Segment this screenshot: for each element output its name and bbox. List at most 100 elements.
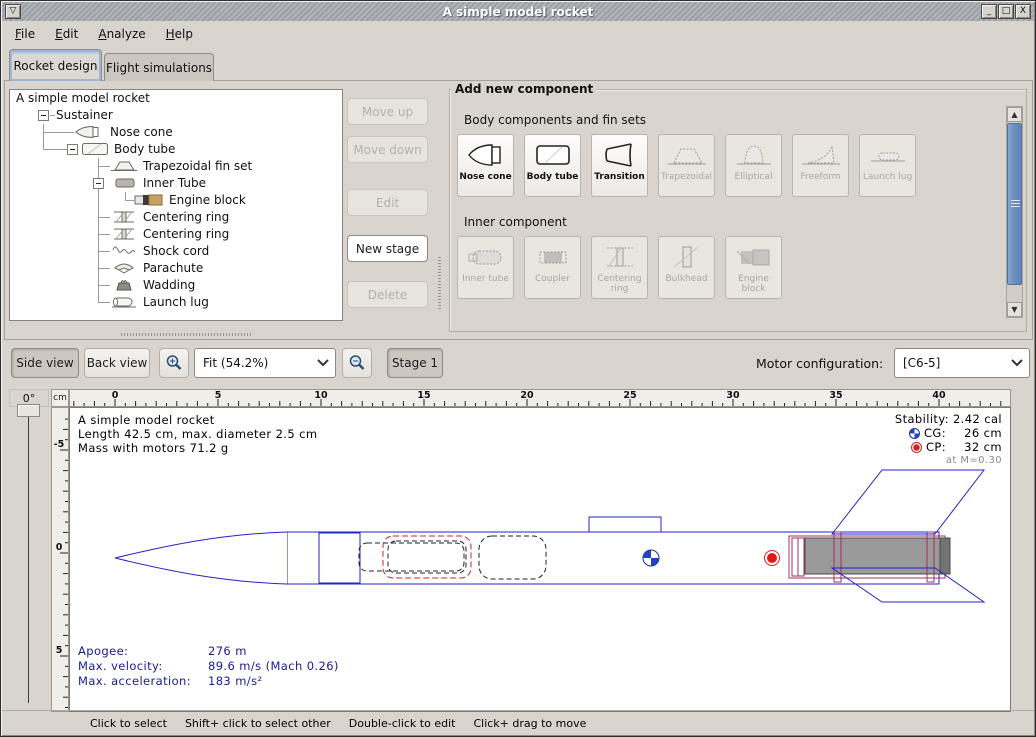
launch-lug-icon xyxy=(110,295,138,309)
stage-1-toggle[interactable]: Stage 1 xyxy=(387,348,443,378)
wadding-outline[interactable] xyxy=(479,536,546,579)
nose-cone-outline[interactable] xyxy=(115,532,287,584)
trapezoidal-fin-icon xyxy=(666,140,708,170)
cp-marker xyxy=(765,551,780,566)
menu-bar: File Edit Analyze Help xyxy=(3,23,1033,45)
svg-text:0: 0 xyxy=(112,390,119,401)
freeform-fin-icon xyxy=(800,140,842,170)
svg-text:5: 5 xyxy=(56,645,63,656)
move-down-button[interactable]: Move down xyxy=(347,136,428,163)
zoom-level-combo[interactable]: Fit (54.2%) xyxy=(194,348,336,378)
window-menu-button[interactable]: ▽ xyxy=(5,4,21,19)
tree-row-trapezoidal-fin-set[interactable]: Trapezoidal fin set xyxy=(10,158,342,175)
tree-row-engine-block[interactable]: Engine block xyxy=(10,192,342,209)
add-launch-lug-button[interactable]: Launch lug xyxy=(859,134,916,197)
apogee-label: Apogee: xyxy=(78,644,208,659)
tree-row-wadding[interactable]: Wadding xyxy=(10,277,342,294)
status-bar: Click to select Shift+ click to select o… xyxy=(2,710,1034,735)
tab-rocket-design[interactable]: Rocket design xyxy=(9,49,102,81)
add-nose-cone-button[interactable]: Nose cone xyxy=(457,134,514,197)
menu-help[interactable]: Help xyxy=(158,25,201,43)
tree-row-centering-ring-1[interactable]: Centering ring xyxy=(10,209,342,226)
horizontal-ruler: 0510152025303540 xyxy=(69,389,1011,407)
max-velocity-label: Max. velocity: xyxy=(78,659,208,674)
delete-button[interactable]: Delete xyxy=(347,281,428,308)
collapse-icon[interactable] xyxy=(93,178,104,189)
cg-legend-icon xyxy=(909,428,920,439)
maximize-icon: □ xyxy=(1002,7,1011,16)
motor-nozzle-cap xyxy=(940,538,950,574)
add-centering-ring-button[interactable]: Centering ring xyxy=(591,236,648,299)
panel-splitter-horizontal[interactable] xyxy=(121,333,251,336)
menu-file[interactable]: File xyxy=(7,25,43,43)
collapse-icon[interactable] xyxy=(38,110,49,121)
add-freeform-fin-button[interactable]: Freeform xyxy=(792,134,849,197)
hint-click-select: Click to select xyxy=(90,717,167,730)
fin-upper-outline[interactable] xyxy=(832,470,984,534)
add-transition-button[interactable]: Transition xyxy=(591,134,648,197)
tree-row-parachute[interactable]: Parachute xyxy=(10,260,342,277)
shock-cord-outline[interactable] xyxy=(359,543,464,571)
tree-row-shock-cord[interactable]: Shock cord xyxy=(10,243,342,260)
tree-row-launch-lug[interactable]: Launch lug xyxy=(10,294,342,311)
motor-configuration-combo[interactable]: [C6-5] xyxy=(894,348,1030,378)
add-inner-tube-button[interactable]: Inner tube xyxy=(457,236,514,299)
max-acceleration-value: 183 m/s² xyxy=(208,674,262,689)
add-elliptical-fin-button[interactable]: Elliptical xyxy=(725,134,782,197)
add-component-title: Add new component xyxy=(451,82,597,96)
stability-label: Stability: xyxy=(895,412,949,426)
svg-text:10: 10 xyxy=(314,390,328,401)
zoom-out-button[interactable] xyxy=(342,348,372,378)
svg-text:30: 30 xyxy=(726,390,740,401)
title-bar: A simple model rocket ▽ _ □ X xyxy=(2,2,1034,21)
motor-c6[interactable] xyxy=(805,538,950,574)
tree-row-inner-tube[interactable]: Inner Tube xyxy=(10,175,342,192)
menu-analyze[interactable]: Analyze xyxy=(90,25,153,43)
parachute-selected-outline[interactable] xyxy=(383,536,471,578)
menu-edit[interactable]: Edit xyxy=(47,25,86,43)
inner-component-label: Inner component xyxy=(464,215,567,229)
scroll-up-button[interactable]: ▲ xyxy=(1007,107,1022,122)
nose-shoulder-outline[interactable] xyxy=(319,533,360,583)
panel-splitter-vertical[interactable] xyxy=(438,257,441,309)
collapse-icon[interactable] xyxy=(67,144,78,155)
zoom-in-button[interactable] xyxy=(159,348,189,378)
rocket-design-canvas[interactable]: A simple model rocket Length 42.5 cm, ma… xyxy=(69,407,1011,712)
cg-value: 26 cm xyxy=(950,426,1002,440)
tree-row-rocket[interactable]: A simple model rocket xyxy=(10,90,342,107)
add-engine-block-button[interactable]: Engine block xyxy=(725,236,782,299)
minimize-button[interactable]: _ xyxy=(981,4,997,19)
max-velocity-value: 89.6 m/s (Mach 0.26) xyxy=(208,659,339,674)
svg-text:35: 35 xyxy=(829,390,842,401)
back-view-button[interactable]: Back view xyxy=(84,348,150,378)
chevron-down-icon xyxy=(317,359,329,367)
add-bulkhead-button[interactable]: Bulkhead xyxy=(658,236,715,299)
motor-configuration-label: Motor configuration: xyxy=(756,356,883,371)
scroll-down-button[interactable]: ▼ xyxy=(1007,302,1022,317)
launch-lug-outline[interactable] xyxy=(589,517,661,532)
scrollbar-thumb[interactable] xyxy=(1007,123,1022,285)
close-button[interactable]: X xyxy=(1015,4,1031,19)
engine-block-icon xyxy=(134,193,164,207)
tab-flight-simulations[interactable]: Flight simulations xyxy=(104,53,214,81)
new-stage-button[interactable]: New stage xyxy=(347,235,428,262)
rotation-slider-handle[interactable] xyxy=(17,404,40,417)
svg-text:40: 40 xyxy=(932,390,946,401)
side-view-button[interactable]: Side view xyxy=(11,348,79,378)
add-coupler-button[interactable]: Coupler xyxy=(524,236,581,299)
tree-row-nose-cone[interactable]: Nose cone xyxy=(10,124,342,141)
cg-label: CG: xyxy=(924,426,946,440)
maximize-button[interactable]: □ xyxy=(998,4,1014,19)
add-body-tube-button[interactable]: Body tube xyxy=(524,134,581,197)
tree-row-sustainer[interactable]: Sustainer xyxy=(10,107,342,124)
component-tree[interactable]: A simple model rocket Sustainer Nose con… xyxy=(9,89,343,321)
component-panel-scrollbar[interactable]: ▲ ▼ xyxy=(1006,106,1023,318)
edit-button[interactable]: Edit xyxy=(347,189,428,216)
add-trapezoidal-fin-button[interactable]: Trapezoidal xyxy=(658,134,715,197)
svg-text:20: 20 xyxy=(520,390,534,401)
move-up-button[interactable]: Move up xyxy=(347,98,428,125)
tree-row-body-tube[interactable]: Body tube xyxy=(10,141,342,158)
tree-row-centering-ring-2[interactable]: Centering ring xyxy=(10,226,342,243)
stability-block: Stability: 2.42 cal CG: 26 cm CP: 32 cm xyxy=(895,412,1002,468)
parachute-outline[interactable] xyxy=(388,541,466,573)
